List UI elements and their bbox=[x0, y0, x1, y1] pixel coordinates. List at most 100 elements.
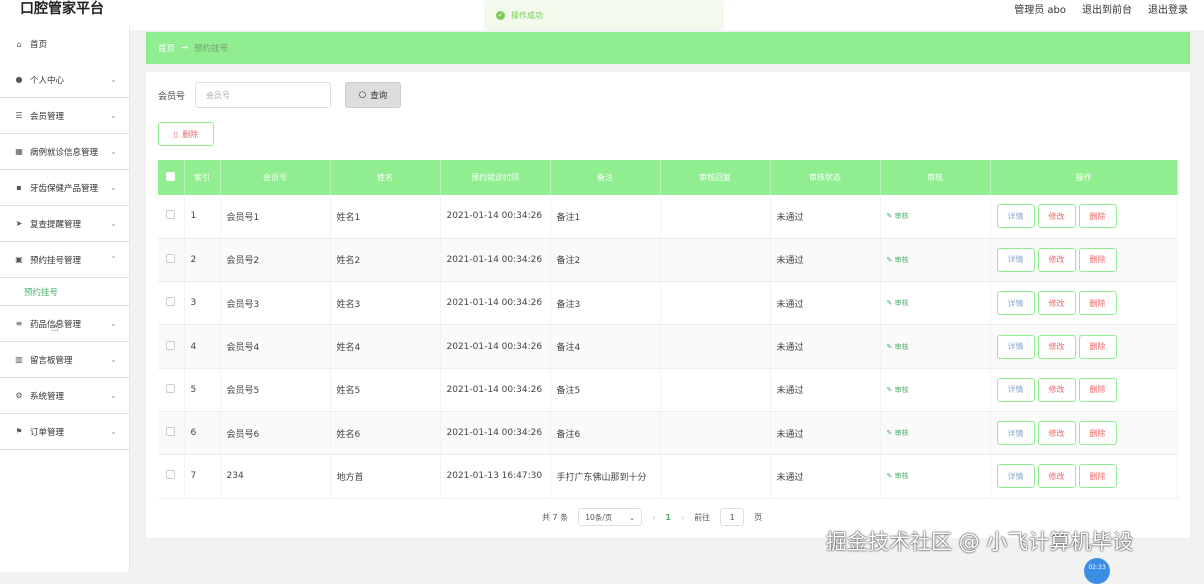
col-note[interactable]: 备注 bbox=[550, 160, 661, 195]
next-page-button[interactable]: › bbox=[681, 513, 684, 522]
logout-link[interactable]: 退出登录 bbox=[1148, 1, 1188, 16]
edit-button[interactable]: 修改 bbox=[1037, 247, 1076, 272]
detail-button[interactable]: 详情 bbox=[996, 377, 1035, 402]
row-checkbox[interactable] bbox=[166, 340, 176, 350]
row-select-cell bbox=[158, 368, 185, 412]
sidebar-item-label: 留言板管理 bbox=[30, 355, 73, 366]
delete-button[interactable]: 删除 bbox=[1078, 247, 1117, 272]
member-search-input[interactable]: 会员号 bbox=[195, 82, 332, 108]
cell-time: 2021-01-13 16:47:30 bbox=[440, 454, 551, 499]
sidebar-item-1[interactable]: ● 个人中心 ⌄ bbox=[0, 62, 129, 98]
sidebar-item-label: 个人中心 bbox=[30, 75, 65, 86]
breadcrumb-home[interactable]: 首页 bbox=[158, 42, 175, 54]
audit-link[interactable]: ✎ 审核 bbox=[887, 429, 909, 437]
col-name[interactable]: 姓名 bbox=[330, 160, 441, 195]
audit-link[interactable]: ✎ 审核 bbox=[887, 386, 909, 394]
audit-label: 审核 bbox=[894, 429, 909, 438]
cell-audit: ✎ 审核 bbox=[880, 454, 991, 499]
audit-label: 审核 bbox=[894, 255, 909, 264]
back-to-front-link[interactable]: 退出到前台 bbox=[1082, 1, 1132, 16]
edit-button[interactable]: 修改 bbox=[1037, 334, 1076, 359]
cell-index: 7 bbox=[184, 454, 221, 499]
row-checkbox[interactable] bbox=[166, 297, 176, 307]
tiles-icon: ▪ bbox=[16, 183, 22, 192]
sidebar: ⌂ 首页 ● 个人中心 ⌄ ☰ 会员管理 ⌄ ▦ 病例就诊信息管理 ⌄ ▪ 牙齿保健产品管理 ⌄ ➤ 复查提醒… bbox=[0, 26, 130, 572]
audit-link[interactable]: ✎ 审核 bbox=[887, 212, 909, 220]
page-size-value: 10条/页 bbox=[585, 512, 613, 522]
detail-button[interactable]: 详情 bbox=[996, 334, 1035, 359]
cell-index: 4 bbox=[184, 324, 221, 369]
batch-delete-button[interactable]: ▯ 删除 bbox=[158, 122, 214, 146]
audit-link[interactable]: ✎ 审核 bbox=[887, 299, 909, 307]
sidebar-item-label: 系统管理 bbox=[30, 391, 65, 402]
sidebar-item-4[interactable]: ▪ 牙齿保健产品管理 ⌄ bbox=[0, 170, 129, 206]
row-select-cell bbox=[158, 281, 185, 326]
delete-button[interactable]: 删除 bbox=[1078, 377, 1117, 402]
page-number-1[interactable]: 1 bbox=[665, 513, 671, 522]
cell-note: 备注1 bbox=[550, 195, 661, 239]
cell-audit: ✎ 审核 bbox=[880, 238, 991, 283]
chevron-down-icon: ⌄ bbox=[110, 427, 117, 436]
sidebar-item-5[interactable]: ➤ 复查提醒管理 ⌄ bbox=[0, 206, 129, 242]
detail-button[interactable]: 详情 bbox=[996, 421, 1035, 446]
row-checkbox[interactable] bbox=[166, 210, 176, 220]
row-checkbox[interactable] bbox=[166, 427, 176, 437]
row-checkbox[interactable] bbox=[166, 253, 176, 263]
goto-page-input[interactable]: 1 bbox=[720, 508, 745, 526]
delete-button[interactable]: 删除 bbox=[1078, 291, 1117, 316]
delete-button[interactable]: 删除 bbox=[1078, 421, 1117, 446]
edit-button[interactable]: 修改 bbox=[1037, 291, 1076, 316]
detail-button[interactable]: 详情 bbox=[996, 247, 1035, 272]
delete-button[interactable]: 删除 bbox=[1078, 204, 1117, 229]
delete-button[interactable]: 删除 bbox=[1078, 334, 1117, 359]
cell-reply bbox=[660, 411, 771, 456]
detail-button[interactable]: 详情 bbox=[996, 464, 1035, 489]
edit-button[interactable]: 修改 bbox=[1037, 377, 1076, 402]
edit-icon: ✎ bbox=[886, 472, 895, 481]
edit-button[interactable]: 修改 bbox=[1037, 204, 1076, 229]
table-row: 2 会员号2 姓名2 2021-01-14 00:34:26 备注2 未通过 ✎ 审核 详情修… bbox=[158, 238, 1178, 283]
chevron-down-icon: ⌄ bbox=[110, 391, 117, 400]
sidebar-item-0[interactable]: ⌂ 首页 bbox=[0, 26, 129, 62]
sidebar-item-after-1[interactable]: ▥ 留言板管理 ⌄ bbox=[0, 342, 129, 378]
sidebar-subitem-appointment[interactable]: 预约挂号 bbox=[0, 278, 129, 306]
col-time[interactable]: 预约就诊时间 bbox=[440, 160, 551, 195]
col-status[interactable]: 审核状态 bbox=[770, 160, 881, 195]
sidebar-item-after-3[interactable]: ⚑ 订单管理 ⌄ bbox=[0, 414, 129, 450]
cell-time: 2021-01-14 00:34:26 bbox=[440, 368, 551, 412]
page-size-select[interactable]: 10条/页 ⌄ bbox=[578, 508, 643, 526]
row-checkbox[interactable] bbox=[166, 383, 176, 393]
select-all-checkbox[interactable] bbox=[166, 172, 176, 181]
row-checkbox[interactable] bbox=[166, 470, 176, 480]
prev-page-button[interactable]: ‹ bbox=[652, 513, 655, 522]
sidebar-item-after-2[interactable]: ⚙ 系统管理 ⌄ bbox=[0, 378, 129, 414]
edit-button[interactable]: 修改 bbox=[1037, 421, 1076, 446]
edit-button[interactable]: 修改 bbox=[1037, 464, 1076, 489]
audit-link[interactable]: ✎ 审核 bbox=[887, 472, 909, 480]
sidebar-item-after-0[interactable]: ≡ 药品信息管理 ⌄ bbox=[0, 306, 129, 342]
admin-label: 管理员 abo bbox=[1014, 5, 1066, 16]
sidebar-item-label: 复查提醒管理 bbox=[30, 219, 82, 230]
detail-button[interactable]: 详情 bbox=[996, 291, 1035, 316]
col-reply[interactable]: 审核回复 bbox=[660, 160, 771, 195]
cell-name: 地方首 bbox=[330, 454, 441, 499]
col-index[interactable]: 索引 bbox=[184, 160, 221, 195]
detail-button[interactable]: 详情 bbox=[996, 204, 1035, 229]
pagination: 共 7 条 10条/页 ⌄ ‹ 1 › 前往 1 页 bbox=[542, 508, 762, 526]
audit-link[interactable]: ✎ 审核 bbox=[887, 343, 909, 351]
delete-button[interactable]: 删除 bbox=[1078, 464, 1117, 489]
search-button-label: 查询 bbox=[370, 91, 388, 101]
search-button[interactable]: ○ 查询 bbox=[345, 82, 402, 108]
sliders-icon: ☰ bbox=[15, 111, 23, 120]
cell-audit: ✎ 审核 bbox=[880, 411, 991, 456]
table-row: 4 会员号4 姓名4 2021-01-14 00:34:26 备注4 未通过 ✎ 审核 详情修… bbox=[158, 324, 1178, 369]
edit-icon: ✎ bbox=[886, 342, 895, 351]
col-member[interactable]: 会员号 bbox=[220, 160, 331, 195]
sidebar-item-3[interactable]: ▦ 病例就诊信息管理 ⌄ bbox=[0, 134, 129, 170]
sidebar-item-2[interactable]: ☰ 会员管理 ⌄ bbox=[0, 98, 129, 134]
audit-link[interactable]: ✎ 审核 bbox=[887, 256, 909, 264]
table-header-row: 索引 会员号 姓名 预约就诊时间 备注 审核回复 审核状态 审核 操作 bbox=[158, 160, 1178, 195]
edit-icon: ✎ bbox=[886, 212, 895, 221]
col-audit[interactable]: 审核 bbox=[880, 160, 991, 195]
sidebar-item-6[interactable]: ▣ 预约挂号管理 ⌃ bbox=[0, 242, 129, 278]
